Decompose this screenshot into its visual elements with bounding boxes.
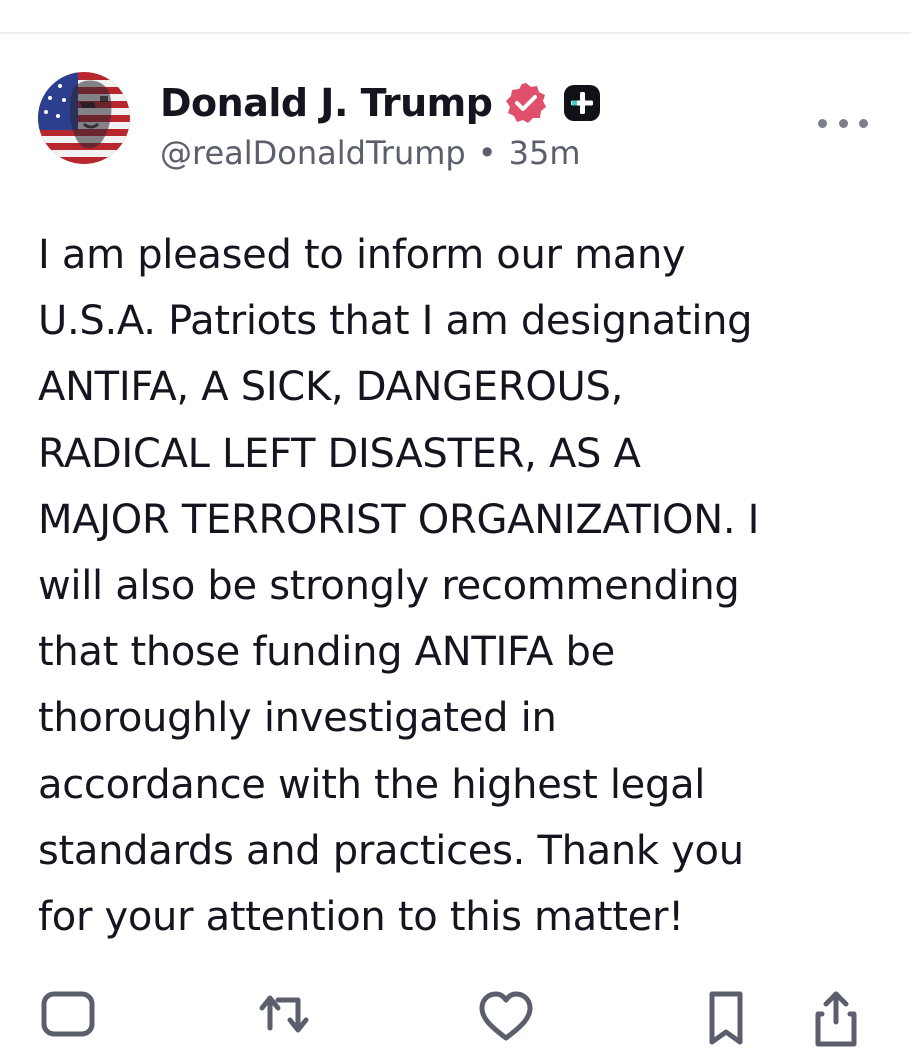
bookmark-icon[interactable] <box>698 988 758 1048</box>
comment-icon[interactable] <box>38 988 98 1048</box>
post-body-line: RADICAL LEFT DISASTER, AS A <box>38 430 641 477</box>
share-icon[interactable] <box>810 988 870 1048</box>
post-body-line: for your attention to this matter! <box>38 894 684 941</box>
post-body-line: ANTIFA, A SICK, DANGEROUS, <box>38 364 624 411</box>
author-display-name[interactable]: Donald J. Trump <box>160 81 493 125</box>
more-options-icon[interactable] <box>818 108 868 138</box>
post-body-line: I am pleased to inform our many <box>38 232 686 278</box>
post-timestamp[interactable]: 35m <box>509 134 581 172</box>
avatar[interactable] <box>38 72 130 164</box>
post-action-bar <box>0 980 911 1047</box>
post-body-line: thoroughly investigated in <box>38 695 557 742</box>
heart-icon[interactable] <box>476 988 536 1048</box>
post-body: I am pleased to inform our many U.S.A. P… <box>38 222 888 950</box>
post-body-line: U.S.A. Patriots that I am designating <box>38 298 753 345</box>
more-dot <box>859 118 868 128</box>
plus-badge-icon <box>560 81 604 125</box>
author-handle[interactable]: @realDonaldTrump <box>160 134 466 172</box>
meta-separator: • <box>477 134 497 172</box>
more-dot <box>818 118 827 128</box>
author-name-row: Donald J. Trump <box>160 76 604 130</box>
repost-icon[interactable] <box>256 988 316 1048</box>
post-body-line: accordance with the highest legal <box>38 761 706 808</box>
author-meta-row: @realDonaldTrump • 35m <box>160 130 580 176</box>
post-body-line: MAJOR TERRORIST ORGANIZATION. I <box>38 496 760 543</box>
more-dot <box>838 118 848 128</box>
truth-post: Donald J. Trump @realDonaldTrump • 35m I… <box>0 0 911 1047</box>
avatar-flag-portrait-icon <box>38 72 130 164</box>
post-body-line: will also be strongly recommending <box>38 563 740 610</box>
verified-badge-icon <box>504 81 548 125</box>
post-body-line: that those funding ANTIFA be <box>38 629 615 676</box>
post-body-line: standards and practices. Thank you <box>38 827 744 874</box>
